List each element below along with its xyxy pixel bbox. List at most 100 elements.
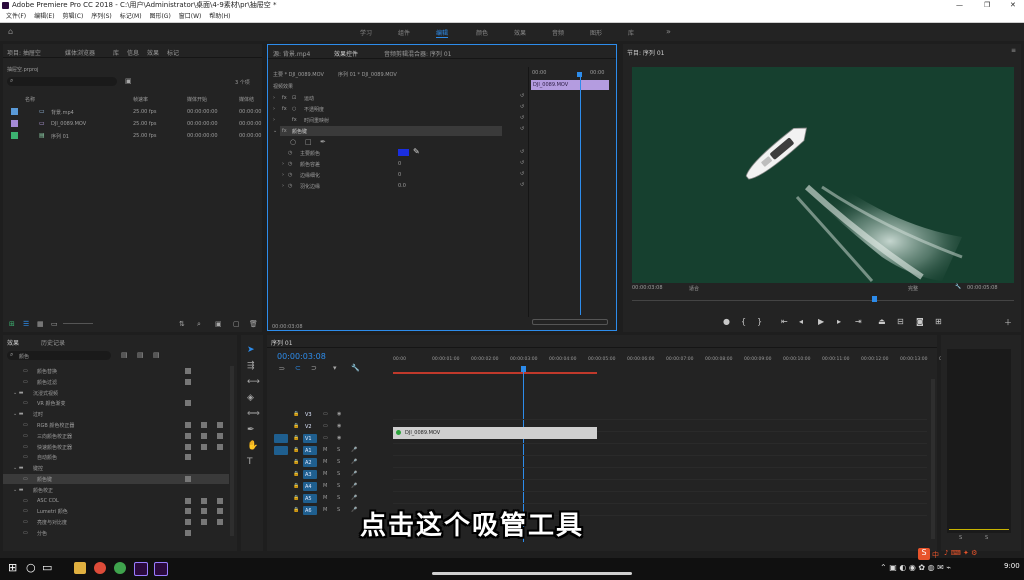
scrubber-track[interactable]	[632, 300, 1014, 301]
lock-icon[interactable]: ⊞	[9, 320, 15, 328]
workspace-effects[interactable]: 效果	[514, 28, 526, 37]
track-target-toggle[interactable]: V2	[303, 422, 317, 431]
menu-help[interactable]: 帮助(H)	[209, 11, 230, 22]
zoom-slider[interactable]	[63, 323, 93, 324]
mute-button[interactable]: M	[323, 459, 327, 465]
sort-icon[interactable]: ⇅	[179, 320, 185, 328]
expand-icon[interactable]: ›	[273, 95, 275, 101]
track-target-toggle[interactable]: A3	[303, 470, 317, 479]
track-lock-icon[interactable]: 🔒	[293, 423, 299, 429]
solo-button[interactable]: S	[337, 495, 340, 501]
menu-graphics[interactable]: 图形(G)	[149, 11, 170, 22]
razor-tool-icon[interactable]: ◈	[247, 393, 254, 403]
effects-list-item[interactable]: ▭ 快速颜色校正器	[3, 442, 229, 452]
toggle-output-eye-icon[interactable]: ◉	[337, 435, 341, 441]
track-lock-icon[interactable]: 🔒	[293, 471, 299, 477]
reset-icon[interactable]: ↺	[520, 171, 524, 177]
effects-list-item[interactable]: ▭ 亮度与对比度	[3, 517, 229, 527]
stopwatch-icon[interactable]: ◷	[288, 150, 292, 156]
comparison-view-icon[interactable]: ⊞	[935, 317, 942, 326]
app-green-icon[interactable]	[114, 562, 126, 574]
nest-icon[interactable]: ⥰	[279, 364, 285, 373]
more-workspaces-icon[interactable]: »	[666, 27, 671, 36]
column-name[interactable]: 名称	[25, 96, 35, 103]
mute-button[interactable]: M	[323, 507, 327, 513]
premiere-taskbar-icon[interactable]	[134, 562, 148, 576]
workspace-libraries[interactable]: 库	[628, 28, 634, 37]
voiceover-mic-icon[interactable]: 🎤	[351, 495, 357, 501]
track-select-tool-icon[interactable]: ⇶	[247, 361, 255, 371]
track-target-toggle[interactable]: V1	[303, 434, 317, 443]
clear-icon[interactable]: 🗑	[249, 320, 258, 328]
icon-view-icon[interactable]: ▦	[37, 320, 44, 328]
menu-window[interactable]: 窗口(W)	[179, 11, 202, 22]
track-target-toggle[interactable]: A6	[303, 506, 317, 515]
effects-list-item[interactable]: ▭ 颜色替换	[3, 366, 229, 376]
tab-source[interactable]: 源: 背景.mp4	[273, 49, 310, 58]
step-forward-icon[interactable]: ▸	[837, 317, 841, 326]
windows-start-icon[interactable]: ⊞	[8, 561, 17, 574]
effects-list-item[interactable]: ⌄ ▬ 键控	[3, 463, 229, 473]
menu-edit[interactable]: 编辑(E)	[34, 11, 54, 22]
collapse-icon[interactable]: ⌄	[273, 128, 277, 134]
tab-info[interactable]: 信息	[127, 48, 139, 57]
expand-icon[interactable]: ›	[282, 183, 284, 189]
effect-controls-timecode[interactable]: 00:00:03:08	[272, 324, 303, 330]
zoom-scrollbar[interactable]	[532, 319, 608, 325]
sync-lock-icon[interactable]: ▭	[323, 423, 328, 429]
find-icon[interactable]: ⌕	[197, 320, 201, 329]
reset-icon[interactable]: ↺	[520, 104, 524, 110]
go-to-in-icon[interactable]: ⇤	[781, 317, 788, 326]
effect-row-color-key[interactable]: ⌄ fx 颜色键	[273, 126, 502, 136]
workspace-audio[interactable]: 音频	[552, 28, 564, 37]
effects-list-item[interactable]: ▭ 颜色过滤	[3, 377, 229, 387]
tab-audio-clip-mixer[interactable]: 音频剪辑混合器: 序列 01	[384, 49, 451, 58]
add-marker-icon[interactable]: ●	[723, 317, 730, 326]
effects-list-item[interactable]: ▭ 颜色键	[3, 474, 229, 484]
track-target-toggle[interactable]: V3	[303, 410, 317, 419]
solo-button[interactable]: S	[337, 447, 340, 453]
panel-menu-icon[interactable]: ≡	[1011, 47, 1016, 54]
tray-icons[interactable]: ⌃ ▣ ◐ ◉ ✿ ◍ ✉ ⌁	[880, 563, 951, 572]
tab-effects[interactable]: 效果	[7, 338, 19, 347]
go-to-out-icon[interactable]: ⇥	[855, 317, 862, 326]
menu-markers[interactable]: 标记(M)	[120, 11, 142, 22]
effects-scrollbar[interactable]	[230, 366, 234, 536]
timeline-vertical-scrollbar[interactable]	[931, 379, 935, 539]
add-marker-icon[interactable]: ▾	[333, 364, 337, 372]
premiere-taskbar-icon-active[interactable]	[154, 562, 168, 576]
effect-row-time-remap[interactable]: › fx 时间重映射	[268, 116, 526, 125]
menu-sequence[interactable]: 序列(S)	[91, 11, 112, 22]
track-target-toggle[interactable]: A5	[303, 494, 317, 503]
effects-list-item[interactable]: ▭ 三向颜色校正器	[3, 431, 229, 441]
meter-solo-right[interactable]: S	[985, 535, 988, 541]
freeform-view-icon[interactable]: ▭	[51, 320, 58, 328]
menu-file[interactable]: 文件(F)	[6, 11, 26, 22]
new-bin-icon[interactable]: ▣	[125, 77, 132, 85]
work-area-bar[interactable]	[393, 372, 597, 374]
quality-dropdown[interactable]: 完整	[908, 285, 918, 292]
timeline-timecode[interactable]: 00:00:03:08	[277, 352, 326, 361]
track-lock-icon[interactable]: 🔒	[293, 495, 299, 501]
tab-media-browser[interactable]: 媒体浏览器	[65, 48, 95, 57]
column-media-end[interactable]: 媒体结	[239, 96, 254, 103]
new-item-icon[interactable]: ▢	[233, 320, 240, 328]
rect-mask-icon[interactable]: □	[305, 138, 312, 146]
expand-icon[interactable]: ›	[282, 161, 284, 167]
meter-solo-left[interactable]: S	[959, 535, 962, 541]
wrench-icon[interactable]: 🔧	[955, 284, 961, 290]
settings-wrench-icon[interactable]: 🔧	[351, 364, 360, 372]
sync-lock-icon[interactable]: ▭	[323, 435, 328, 441]
menu-clip[interactable]: 剪辑(C)	[62, 11, 83, 22]
ime-toolbar-icons[interactable]: ♪ ⌨ ✦ ⚙	[944, 549, 977, 557]
minimize-button[interactable]: —	[956, 0, 963, 11]
effects-list-item[interactable]: ▭ Lumetri 颜色	[3, 506, 229, 516]
effects-search-input[interactable]: ⌕ 颜色	[7, 351, 111, 360]
type-tool-icon[interactable]: T	[247, 457, 253, 467]
tab-sequence[interactable]: 序列 01	[271, 338, 293, 347]
sequence-clip-label[interactable]: 序列 01 * DJI_0089.MOV	[338, 71, 397, 78]
ellipse-mask-icon[interactable]: ○	[290, 138, 296, 146]
track-lock-icon[interactable]: 🔒	[293, 459, 299, 465]
expand-icon[interactable]: ›	[282, 172, 284, 178]
sogou-ime-icon[interactable]: S	[918, 548, 930, 560]
